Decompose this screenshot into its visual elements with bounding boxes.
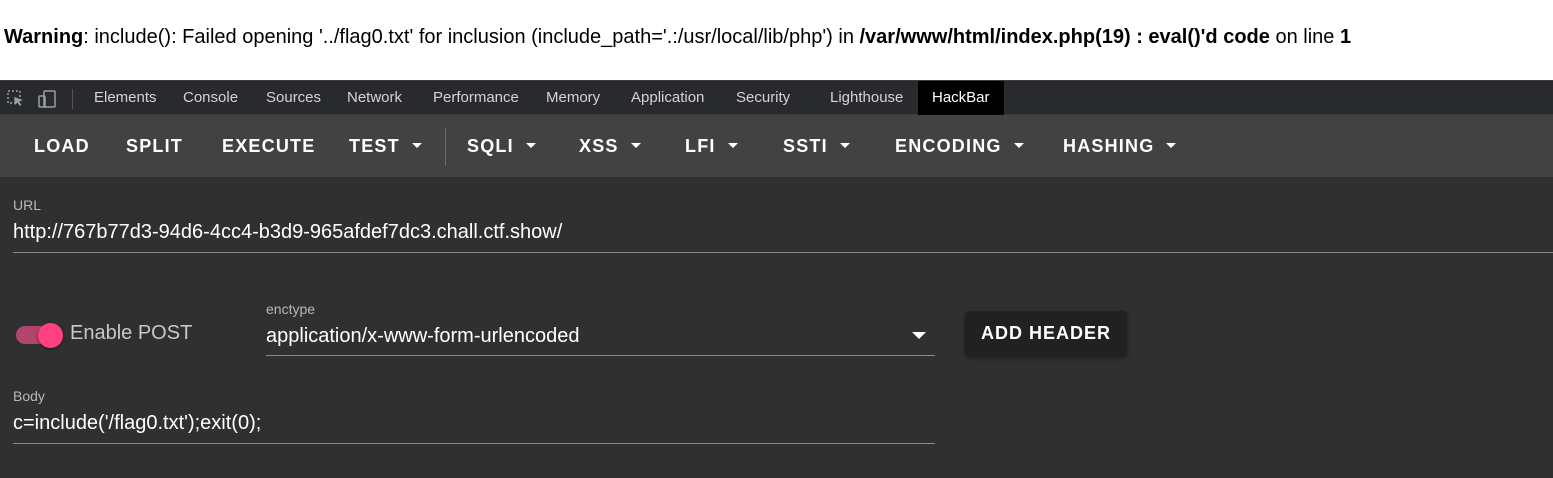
warning-text: : include(): Failed opening '../flag0.tx… — [83, 26, 860, 48]
inspect-element-icon[interactable] — [6, 89, 26, 109]
tab-network[interactable]: Network — [333, 81, 416, 115]
test-menu-button[interactable]: TEST — [349, 115, 422, 177]
tab-lighthouse[interactable]: Lighthouse — [816, 81, 917, 115]
warning-prefix: Warning — [4, 26, 84, 48]
xss-label: XSS — [579, 136, 619, 156]
load-label: LOAD — [34, 136, 90, 156]
chevron-down-icon — [1166, 142, 1177, 148]
sqli-menu-button[interactable]: SQLI — [467, 115, 536, 177]
enctype-underline — [266, 355, 935, 356]
warning-file: /var/www/html/index.php(19) : eval()'d c… — [859, 26, 1270, 48]
body-label: Body — [13, 388, 45, 404]
split-label: SPLIT — [126, 136, 184, 156]
hackbar-toolbar: LOAD SPLIT EXECUTE TEST SQLI XSS LFI SST… — [0, 115, 1553, 177]
chevron-down-icon — [1013, 142, 1024, 148]
add-header-button[interactable]: ADD HEADER — [965, 311, 1127, 356]
test-label: TEST — [349, 136, 400, 156]
load-button[interactable]: LOAD — [34, 115, 90, 177]
tab-elements[interactable]: Elements — [80, 81, 171, 115]
chevron-down-icon — [839, 142, 850, 148]
enctype-label: enctype — [266, 301, 316, 317]
xss-menu-button[interactable]: XSS — [579, 115, 641, 177]
encoding-menu-button[interactable]: ENCODING — [895, 115, 1024, 177]
ssti-label: SSTI — [783, 136, 828, 156]
url-input-underline — [13, 252, 1553, 253]
device-toolbar-icon[interactable] — [37, 89, 57, 109]
tab-application[interactable]: Application — [617, 81, 718, 115]
tab-performance[interactable]: Performance — [419, 81, 533, 115]
enable-post-label: Enable POST — [70, 322, 193, 344]
dropdown-arrow-icon[interactable] — [912, 332, 926, 339]
ssti-menu-button[interactable]: SSTI — [783, 115, 850, 177]
warning-mid: on line — [1269, 26, 1340, 48]
warning-line: 1 — [1339, 26, 1352, 48]
enable-post-toggle-knob[interactable] — [38, 323, 63, 348]
toolbar-divider — [445, 128, 446, 166]
execute-label: EXECUTE — [222, 136, 316, 156]
devtools-tabbar: Elements Console Sources Network Perform… — [0, 80, 1553, 115]
hashing-menu-button[interactable]: HASHING — [1063, 115, 1177, 177]
body-input[interactable]: c=include('/flag0.txt');exit(0); — [13, 412, 261, 435]
chevron-down-icon — [525, 142, 536, 148]
execute-button[interactable]: EXECUTE — [222, 115, 315, 177]
devtools-panel: Elements Console Sources Network Perform… — [0, 80, 1553, 478]
chevron-down-icon — [411, 142, 422, 148]
enctype-select[interactable]: application/x-www-form-urlencoded — [266, 325, 579, 348]
split-button[interactable]: SPLIT — [126, 115, 183, 177]
lfi-label: LFI — [685, 136, 716, 156]
hashing-label: HASHING — [1063, 136, 1155, 156]
php-warning-message: Warning: include(): Failed opening '../f… — [4, 26, 1351, 49]
hackbar-form: URL http://767b77d3-94d6-4cc4-b3d9-965af… — [0, 177, 1553, 478]
tab-memory[interactable]: Memory — [532, 81, 614, 115]
chevron-down-icon — [727, 142, 738, 148]
encoding-label: ENCODING — [895, 136, 1002, 156]
chevron-down-icon — [630, 142, 641, 148]
tab-hackbar[interactable]: HackBar — [918, 81, 1004, 115]
lfi-menu-button[interactable]: LFI — [685, 115, 738, 177]
sqli-label: SQLI — [467, 136, 514, 156]
devtools-separator — [72, 89, 73, 109]
tab-security[interactable]: Security — [722, 81, 804, 115]
tab-sources[interactable]: Sources — [252, 81, 335, 115]
body-input-underline — [13, 443, 935, 444]
url-input[interactable]: http://767b77d3-94d6-4cc4-b3d9-965afdef7… — [13, 221, 562, 244]
tab-console[interactable]: Console — [169, 81, 252, 115]
url-label: URL — [13, 197, 42, 213]
